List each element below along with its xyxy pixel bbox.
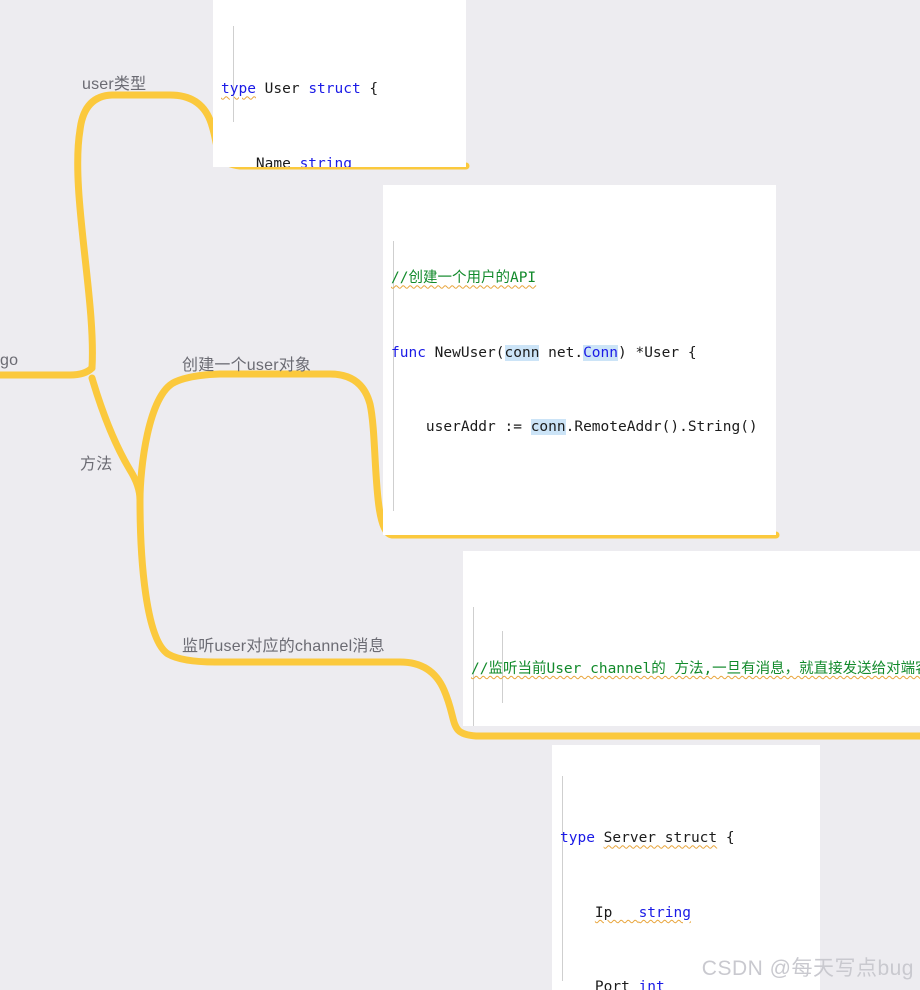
code-card-new-user[interactable]: //创建一个用户的API func NewUser(conn net.Conn)… — [383, 185, 776, 535]
code-line: type User struct { — [221, 81, 379, 98]
indent-guide — [562, 776, 563, 981]
mindmap-root-label[interactable]: go — [0, 352, 18, 370]
mindmap-canvas: go user类型 方法 创建一个user对象 监听user对应的channel… — [0, 0, 920, 990]
code-line: Name string — [221, 155, 352, 167]
mindmap-node-user-type[interactable]: user类型 — [82, 70, 146, 94]
mindmap-node-listen-channel[interactable]: 监听user对应的channel消息 — [182, 632, 385, 656]
watermark: CSDN @每天写点bug — [701, 957, 914, 980]
code-line: userAddr := conn.RemoteAddr().String() — [391, 419, 758, 436]
code-card-user-struct[interactable]: type User struct { Name string Addr stri… — [213, 0, 466, 167]
code-line: func NewUser(conn net.Conn) *User { — [391, 344, 697, 361]
mindmap-node-create-user[interactable]: 创建一个user对象 — [182, 351, 311, 375]
code-line: //监听当前User channel的 方法,一旦有消息，就直接发送给对端客户端 — [471, 661, 920, 678]
code-line: type Server struct { — [560, 830, 735, 847]
code-card-listen-message[interactable]: //监听当前User channel的 方法,一旦有消息，就直接发送给对端客户端… — [463, 551, 920, 726]
indent-guide — [233, 26, 234, 122]
code-line: Ip string — [594, 904, 691, 921]
branch-methods — [88, 374, 144, 504]
mindmap-node-methods[interactable]: 方法 — [80, 450, 112, 474]
code-line: //创建一个用户的API — [391, 270, 537, 287]
